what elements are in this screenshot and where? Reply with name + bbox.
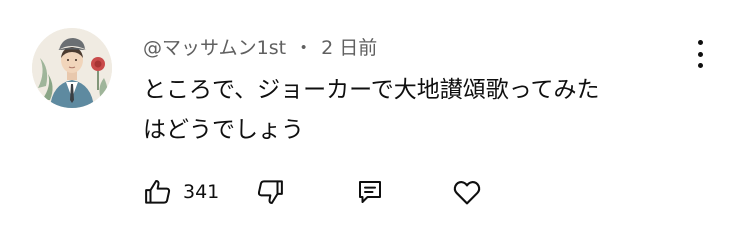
comment-text-line: はどうでしょう	[143, 117, 304, 143]
heart-icon	[453, 181, 481, 205]
like-count: 341	[183, 181, 220, 203]
comment: @マッサムン1st ・ 2 日前 ところで、ジョーカーで大地讃頌歌ってみた はど…	[0, 0, 750, 241]
comment-timestamp[interactable]: 2 日前	[321, 33, 377, 60]
separator: ・	[294, 36, 314, 59]
dislike-button[interactable]	[255, 174, 285, 210]
more-dot	[697, 63, 703, 68]
comment-text-line: ところで、ジョーカーで大地讃頌歌ってみた	[143, 77, 600, 103]
thumbs-down-icon	[257, 180, 283, 204]
author-name[interactable]: @マッサムン1st	[143, 33, 286, 60]
thumbs-up-icon	[145, 180, 171, 204]
comment-text: ところで、ジョーカーで大地讃頌歌ってみた はどうでしょう	[143, 70, 683, 150]
more-dot	[697, 51, 703, 57]
more-dot	[697, 40, 703, 45]
heart-button[interactable]	[451, 174, 483, 210]
avatar[interactable]	[32, 28, 112, 108]
comment-actions: 341	[143, 174, 503, 210]
avatar-illustration	[32, 28, 112, 108]
more-vertical-icon[interactable]	[688, 38, 712, 70]
reply-button[interactable]	[355, 174, 385, 210]
comment-header: @マッサムン1st ・ 2 日前	[143, 33, 377, 59]
like-button[interactable]: 341	[143, 174, 219, 210]
reply-comment-icon	[359, 181, 381, 203]
